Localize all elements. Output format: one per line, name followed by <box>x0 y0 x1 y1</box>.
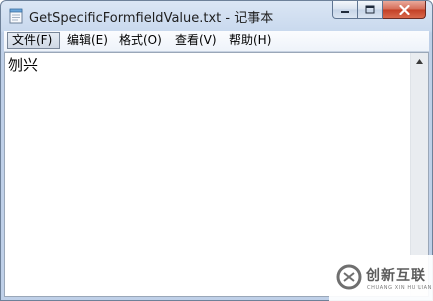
watermark: 创新互联 CHUANG XIN HU LIAN <box>329 255 433 301</box>
menu-file[interactable]: 文件(F) <box>7 32 60 49</box>
menu-bar: 文件(F) 编辑(E) 格式(O) 查看(V) 帮助(H) <box>4 31 429 52</box>
maximize-icon <box>365 5 375 14</box>
minimize-button[interactable] <box>332 1 358 19</box>
maximize-button[interactable] <box>358 1 383 19</box>
title-bar[interactable]: GetSpecificFormfieldValue.txt - 记事本 <box>1 1 432 31</box>
scroll-up-icon <box>416 59 423 64</box>
menu-help[interactable]: 帮助(H) <box>225 32 275 49</box>
watermark-name: 创新互联 <box>366 268 426 284</box>
close-icon <box>398 4 410 15</box>
editor-content[interactable]: 刎兴 <box>8 54 38 75</box>
menu-edit[interactable]: 编辑(E) <box>63 32 112 49</box>
menu-format[interactable]: 格式(O) <box>115 32 166 49</box>
window-title: GetSpecificFormfieldValue.txt - 记事本 <box>29 11 274 26</box>
window-controls <box>332 1 426 19</box>
notepad-icon[interactable] <box>9 8 23 24</box>
brand-logo-icon <box>336 264 362 290</box>
watermark-name-en: CHUANG XIN HU LIAN <box>367 285 432 291</box>
close-button[interactable] <box>383 1 426 19</box>
scroll-up-button[interactable] <box>411 53 428 70</box>
menu-view[interactable]: 查看(V) <box>171 32 221 49</box>
minimize-icon <box>341 10 349 13</box>
